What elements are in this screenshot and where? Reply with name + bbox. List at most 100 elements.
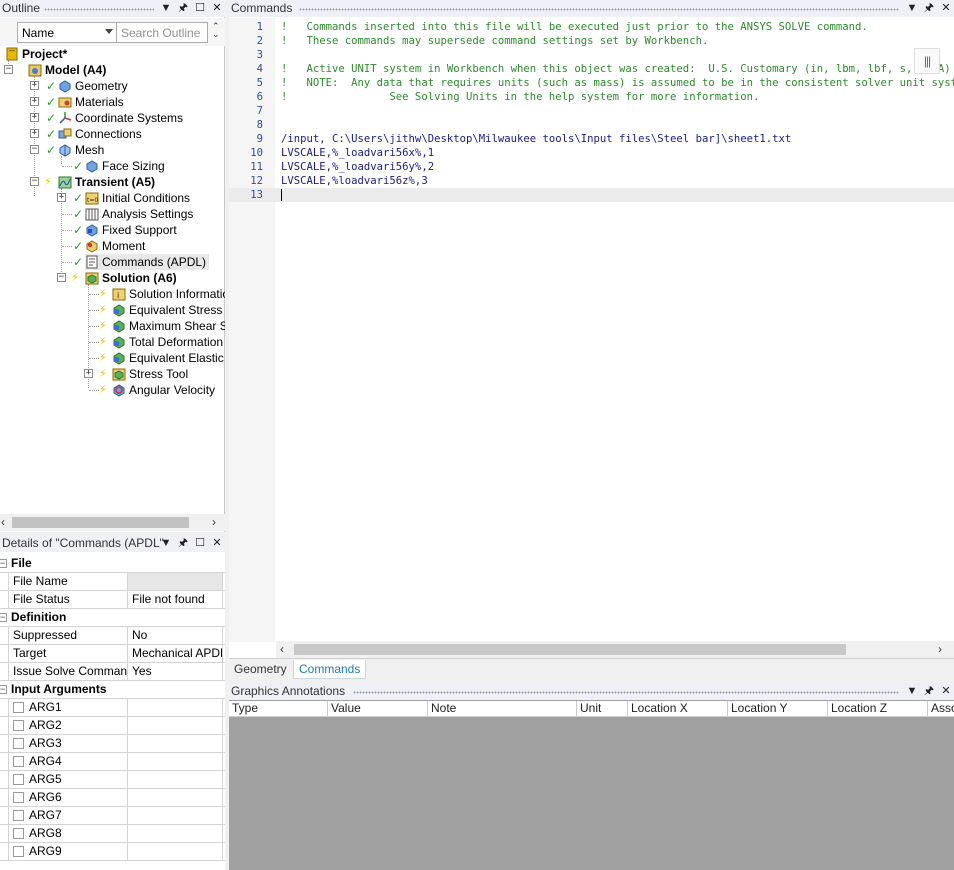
details-title-bar[interactable]: Details of "Commands (APDL" ▼ 🖈 ☐ ✕ xyxy=(0,535,225,552)
code-line[interactable]: 10 LVSCALE,%_loadvari56x%,1 xyxy=(229,146,954,160)
code-line[interactable]: 11 LVSCALE,%_loadvari56y%,2 xyxy=(229,160,954,174)
column-header[interactable]: Associated xyxy=(928,701,954,717)
column-header[interactable]: Unit xyxy=(577,701,628,717)
tree-item-stress-tool[interactable]: Stress Tool xyxy=(112,366,188,382)
tree-item-coordinate-systems[interactable]: Coordinate Systems xyxy=(58,110,183,126)
search-outline-input[interactable] xyxy=(116,22,208,43)
expand-icon[interactable]: + xyxy=(84,369,93,378)
scrollbar-thumb[interactable] xyxy=(294,644,846,655)
tree-item-face-sizing[interactable]: Face Sizing xyxy=(85,158,165,174)
arg-value[interactable] xyxy=(128,699,223,716)
column-header[interactable]: Type xyxy=(229,701,328,717)
arg-checkbox[interactable] xyxy=(13,720,24,731)
tree-item-geometry[interactable]: Geometry xyxy=(58,78,128,94)
arg-row[interactable]: ARG6 xyxy=(0,789,225,807)
pin-icon[interactable]: 🖈 xyxy=(177,0,189,17)
tree-item-total-deformation[interactable]: Total Deformation xyxy=(112,334,223,350)
file-name-value[interactable] xyxy=(128,573,223,590)
commands-title-bar[interactable]: Commands ▼ 🖈 ✕ xyxy=(229,0,954,17)
arg-row[interactable]: ARG2 xyxy=(0,717,225,735)
dropdown-icon[interactable]: ▼ xyxy=(160,0,172,17)
scrollbar-thumb[interactable] xyxy=(12,517,189,528)
code-line[interactable]: 2 ! These commands may supersede command … xyxy=(229,34,954,48)
arg-value[interactable] xyxy=(128,753,223,770)
close-icon[interactable]: ✕ xyxy=(211,535,223,552)
collapse-icon[interactable]: − xyxy=(0,559,7,568)
scroll-left-icon[interactable]: ‹ xyxy=(1,515,5,529)
dropdown-icon[interactable]: ▼ xyxy=(906,0,918,17)
close-icon[interactable]: ✕ xyxy=(940,0,952,17)
arg-checkbox[interactable] xyxy=(13,828,24,839)
maximize-icon[interactable]: ☐ xyxy=(194,0,206,17)
column-header[interactable]: Note xyxy=(428,701,577,717)
details-row[interactable]: Issue Solve Command Yes xyxy=(0,663,225,681)
section-input-arguments[interactable]: − Input Arguments xyxy=(0,681,225,699)
close-icon[interactable]: ✕ xyxy=(940,683,952,700)
tree-item-analysis-settings[interactable]: Analysis Settings xyxy=(85,206,193,222)
tree-item-equivalent-stress[interactable]: Equivalent Stress xyxy=(112,302,222,318)
collapse-icon[interactable]: − xyxy=(57,273,66,282)
tree-item-maximum-shear-stress[interactable]: Maximum Shear Stress xyxy=(112,318,225,334)
collapse-icon[interactable]: − xyxy=(30,145,39,154)
arg-checkbox[interactable] xyxy=(13,792,24,803)
tree-item-commands-apdl[interactable]: Commands (APDL) xyxy=(85,254,210,270)
tree-item-moment[interactable]: Moment xyxy=(85,238,145,254)
details-row[interactable]: File Status File not found xyxy=(0,591,225,609)
column-header[interactable]: Location Z xyxy=(828,701,928,717)
tree-item-initial-conditions[interactable]: t=0 Initial Conditions xyxy=(85,190,190,206)
code-line[interactable]: 5 ! NOTE: Any data that requires units (s… xyxy=(229,76,954,90)
arg-row[interactable]: ARG1 xyxy=(0,699,225,717)
expand-icon[interactable]: + xyxy=(30,113,39,122)
arg-value[interactable] xyxy=(128,735,223,752)
tab-geometry[interactable]: Geometry xyxy=(229,660,292,679)
pin-icon[interactable]: 🖈 xyxy=(923,0,935,17)
tree-item-equivalent-elastic-strain[interactable]: Equivalent Elastic Strain xyxy=(112,350,225,366)
arg-checkbox[interactable] xyxy=(13,756,24,767)
scroll-left-icon[interactable]: ‹ xyxy=(280,642,284,656)
dropdown-icon[interactable]: ▼ xyxy=(906,683,918,700)
details-row[interactable]: File Name xyxy=(0,573,225,591)
collapse-icon[interactable]: − xyxy=(0,685,7,694)
commands-horizontal-scrollbar[interactable]: ‹ › xyxy=(276,641,954,658)
column-header[interactable]: Location X xyxy=(628,701,728,717)
editor-grip-icon[interactable]: ||| xyxy=(914,48,940,74)
expand-toolbar-icon[interactable]: ⌃ ⌄ xyxy=(212,22,220,39)
arg-row[interactable]: ARG3 xyxy=(0,735,225,753)
tree-item-mesh[interactable]: Mesh xyxy=(58,142,104,158)
name-filter-select[interactable]: Name xyxy=(17,22,117,43)
pin-icon[interactable]: 🖈 xyxy=(177,535,189,552)
tree-item-solution-information[interactable]: i Solution Information xyxy=(112,286,225,302)
column-header[interactable]: Value xyxy=(328,701,428,717)
code-line[interactable]: 12 LVSCALE,%loadvari56z%,3 xyxy=(229,174,954,188)
code-line[interactable]: 6 ! See Solving Units in the help system … xyxy=(229,90,954,104)
column-header[interactable]: Location Y xyxy=(728,701,828,717)
close-icon[interactable]: ✕ xyxy=(211,0,223,17)
tree-item-angular-velocity[interactable]: Angular Velocity xyxy=(112,382,215,398)
tree-item-fixed-support[interactable]: Fixed Support xyxy=(85,222,177,238)
dropdown-icon[interactable]: ▼ xyxy=(160,535,172,552)
collapse-icon[interactable]: − xyxy=(0,613,7,622)
scroll-right-icon[interactable]: › xyxy=(212,515,216,529)
arg-value[interactable] xyxy=(128,789,223,806)
tree-item-connections[interactable]: Connections xyxy=(58,126,142,142)
suppressed-value[interactable]: No xyxy=(128,627,223,644)
collapse-icon[interactable]: − xyxy=(4,65,13,74)
arg-row[interactable]: ARG9 xyxy=(0,843,225,861)
details-row[interactable]: Suppressed No xyxy=(0,627,225,645)
code-line[interactable]: 8 xyxy=(229,118,954,132)
code-line[interactable]: 1 ! Commands inserted into this file will… xyxy=(229,20,954,34)
target-value[interactable]: Mechanical APDL xyxy=(128,645,223,662)
tree-item-model[interactable]: Model (A4) xyxy=(16,62,106,78)
tab-commands[interactable]: Commands xyxy=(293,660,367,679)
section-definition[interactable]: − Definition xyxy=(0,609,225,627)
code-editor[interactable]: 1 ! Commands inserted into this file will… xyxy=(229,18,954,642)
arg-value[interactable] xyxy=(128,825,223,842)
tree-item-transient[interactable]: Transient (A5) xyxy=(58,174,155,190)
code-line[interactable]: 13 xyxy=(229,188,954,202)
arg-row[interactable]: ARG5 xyxy=(0,771,225,789)
collapse-icon[interactable]: − xyxy=(30,177,39,186)
arg-checkbox[interactable] xyxy=(13,810,24,821)
expand-icon[interactable]: + xyxy=(30,129,39,138)
arg-row[interactable]: ARG4 xyxy=(0,753,225,771)
arg-value[interactable] xyxy=(128,807,223,824)
